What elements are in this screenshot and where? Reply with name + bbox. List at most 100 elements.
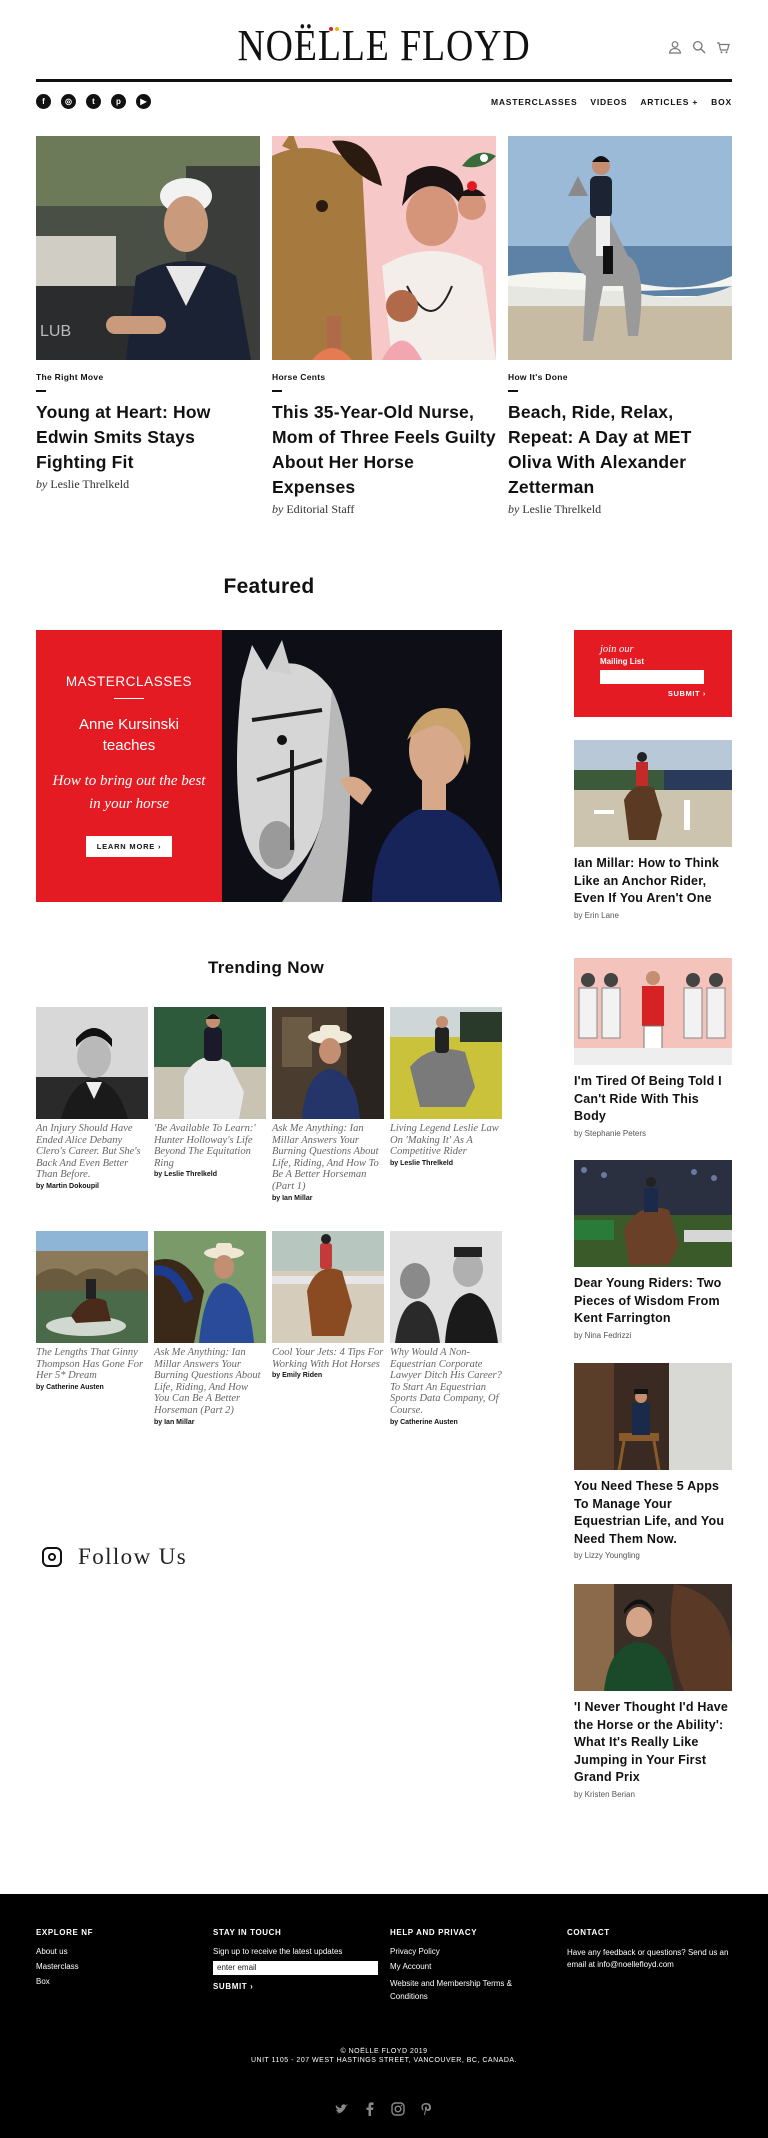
- trending-title[interactable]: Cool Your Jets: 4 Tips For Working With …: [272, 1347, 384, 1370]
- trending-image[interactable]: [36, 1231, 148, 1343]
- nav-item-articles[interactable]: ARTICLES +: [640, 97, 698, 107]
- trending-image[interactable]: [154, 1231, 266, 1343]
- sidebar-article[interactable]: You Need These 5 Apps To Manage Your Equ…: [574, 1363, 732, 1560]
- sidebar-author[interactable]: by Stephanie Peters: [574, 1129, 732, 1138]
- search-icon[interactable]: [692, 40, 706, 54]
- sidebar-author[interactable]: by Kristen Berian: [574, 1790, 732, 1799]
- pinterest-icon[interactable]: [419, 2102, 433, 2116]
- cart-icon[interactable]: [716, 40, 730, 54]
- top-article-card[interactable]: LUB The Right Move Young at Heart: How E…: [36, 136, 260, 492]
- trending-author[interactable]: by Leslie Threlkeld: [390, 1160, 502, 1167]
- sidebar-author[interactable]: by Lizzy Youngling: [574, 1551, 732, 1560]
- site-logo[interactable]: NOËLLE FLOYD: [85, 20, 684, 71]
- sidebar-image[interactable]: [574, 1363, 732, 1470]
- footer-link-about[interactable]: About us: [36, 1947, 93, 1956]
- article-title[interactable]: Beach, Ride, Relax, Repeat: A Day at MET…: [508, 400, 732, 500]
- sidebar-image[interactable]: [574, 958, 732, 1065]
- footer-link-privacy[interactable]: Privacy Policy: [390, 1947, 540, 1956]
- follow-us[interactable]: Follow Us: [42, 1544, 187, 1570]
- trending-title[interactable]: Why Would A Non-Equestrian Corporate Law…: [390, 1347, 502, 1417]
- sidebar-article[interactable]: Ian Millar: How to Think Like an Anchor …: [574, 740, 732, 920]
- article-title[interactable]: Young at Heart: How Edwin Smits Stays Fi…: [36, 400, 260, 475]
- footer-link-box[interactable]: Box: [36, 1977, 93, 1986]
- sidebar-image[interactable]: [574, 740, 732, 847]
- trending-author[interactable]: by Catherine Austen: [390, 1419, 502, 1426]
- facebook-icon[interactable]: [363, 2102, 377, 2116]
- youtube-icon[interactable]: ▶: [136, 94, 151, 109]
- footer-email-input[interactable]: enter email: [213, 1961, 378, 1975]
- article-category[interactable]: How It's Done: [508, 372, 732, 382]
- author-name[interactable]: Leslie Threlkeld: [50, 477, 129, 491]
- top-article-card[interactable]: How It's Done Beach, Ride, Relax, Repeat…: [508, 136, 732, 517]
- article-image[interactable]: LUB: [36, 136, 260, 360]
- trending-author[interactable]: by Catherine Austen: [36, 1384, 148, 1391]
- trending-author[interactable]: by Leslie Threlkeld: [154, 1171, 266, 1178]
- sidebar-article[interactable]: I'm Tired Of Being Told I Can't Ride Wit…: [574, 958, 732, 1138]
- footer-link-masterclass[interactable]: Masterclass: [36, 1962, 93, 1971]
- nav-item-box[interactable]: BOX: [711, 97, 732, 107]
- sidebar-image[interactable]: [574, 1160, 732, 1267]
- trending-item[interactable]: An Injury Should Have Ended Alice Debany…: [36, 1007, 148, 1190]
- trending-image[interactable]: [36, 1007, 148, 1119]
- learn-more-button[interactable]: LEARN MORE ›: [85, 836, 173, 857]
- sidebar-title[interactable]: You Need These 5 Apps To Manage Your Equ…: [574, 1478, 732, 1548]
- author-name[interactable]: Editorial Staff: [286, 502, 354, 516]
- facebook-icon[interactable]: f: [36, 94, 51, 109]
- trending-title[interactable]: Ask Me Anything: Ian Millar Answers Your…: [272, 1123, 384, 1193]
- trending-image[interactable]: [390, 1231, 502, 1343]
- trending-author[interactable]: by Ian Millar: [272, 1195, 384, 1202]
- instagram-icon[interactable]: [391, 2102, 405, 2116]
- account-icon[interactable]: [668, 40, 682, 54]
- sidebar-article[interactable]: Dear Young Riders: Two Pieces of Wisdom …: [574, 1160, 732, 1340]
- footer-submit-button[interactable]: SUBMIT ›: [213, 1982, 378, 1991]
- follow-us-label[interactable]: Follow Us: [78, 1544, 187, 1570]
- pinterest-icon[interactable]: p: [111, 94, 126, 109]
- sidebar-title[interactable]: 'I Never Thought I'd Have the Horse or t…: [574, 1699, 732, 1787]
- instagram-icon[interactable]: ◎: [61, 94, 76, 109]
- nav-item-videos[interactable]: VIDEOS: [590, 97, 627, 107]
- footer-link-terms[interactable]: Website and Membership Terms & Condition…: [390, 1977, 540, 2003]
- trending-author[interactable]: by Ian Millar: [154, 1419, 266, 1426]
- footer-link-account[interactable]: My Account: [390, 1962, 540, 1971]
- trending-title[interactable]: Living Legend Leslie Law On 'Making It' …: [390, 1123, 502, 1158]
- trending-title[interactable]: An Injury Should Have Ended Alice Debany…: [36, 1123, 148, 1181]
- nav-item-masterclasses[interactable]: MASTERCLASSES: [491, 97, 577, 107]
- trending-item[interactable]: The Lengths That Ginny Thompson Has Gone…: [36, 1231, 148, 1391]
- trending-item[interactable]: Living Legend Leslie Law On 'Making It' …: [390, 1007, 502, 1167]
- mailing-list-box: join our Mailing List SUBMIT ›: [574, 630, 732, 717]
- sidebar-author[interactable]: by Nina Fedrizzi: [574, 1331, 732, 1340]
- mailing-submit-button[interactable]: SUBMIT ›: [600, 689, 706, 698]
- trending-image[interactable]: [390, 1007, 502, 1119]
- top-article-card[interactable]: Horse Cents This 35-Year-Old Nurse, Mom …: [272, 136, 496, 517]
- article-category[interactable]: Horse Cents: [272, 372, 496, 382]
- trending-image[interactable]: [154, 1007, 266, 1119]
- article-title[interactable]: This 35-Year-Old Nurse, Mom of Three Fee…: [272, 400, 496, 500]
- article-category[interactable]: The Right Move: [36, 372, 260, 382]
- trending-item[interactable]: 'Be Available To Learn:' Hunter Holloway…: [154, 1007, 266, 1178]
- mailing-email-input[interactable]: [600, 670, 704, 684]
- author-name[interactable]: Leslie Threlkeld: [522, 502, 601, 516]
- twitter-icon[interactable]: [335, 2102, 349, 2116]
- sidebar-article[interactable]: 'I Never Thought I'd Have the Horse or t…: [574, 1584, 732, 1799]
- trending-image[interactable]: [272, 1231, 384, 1343]
- instagram-icon[interactable]: [42, 1547, 62, 1567]
- trending-title[interactable]: 'Be Available To Learn:' Hunter Holloway…: [154, 1123, 266, 1169]
- sidebar-author[interactable]: by Erin Lane: [574, 911, 732, 920]
- sidebar-title[interactable]: Dear Young Riders: Two Pieces of Wisdom …: [574, 1275, 732, 1328]
- sidebar-title[interactable]: Ian Millar: How to Think Like an Anchor …: [574, 855, 732, 908]
- trending-title[interactable]: Ask Me Anything: Ian Millar Answers Your…: [154, 1347, 266, 1417]
- masterclass-banner[interactable]: MASTERCLASSES Anne Kursinski teaches How…: [36, 630, 502, 902]
- trending-item[interactable]: Why Would A Non-Equestrian Corporate Law…: [390, 1231, 502, 1426]
- sidebar-image[interactable]: [574, 1584, 732, 1691]
- trending-item[interactable]: Cool Your Jets: 4 Tips For Working With …: [272, 1231, 384, 1379]
- trending-author[interactable]: by Martin Dokoupil: [36, 1183, 148, 1190]
- article-image[interactable]: [272, 136, 496, 360]
- article-image[interactable]: [508, 136, 732, 360]
- trending-author[interactable]: by Emily Riden: [272, 1372, 384, 1379]
- trending-image[interactable]: [272, 1007, 384, 1119]
- twitter-icon[interactable]: t: [86, 94, 101, 109]
- trending-title[interactable]: The Lengths That Ginny Thompson Has Gone…: [36, 1347, 148, 1382]
- trending-item[interactable]: Ask Me Anything: Ian Millar Answers Your…: [154, 1231, 266, 1426]
- trending-item[interactable]: Ask Me Anything: Ian Millar Answers Your…: [272, 1007, 384, 1202]
- sidebar-title[interactable]: I'm Tired Of Being Told I Can't Ride Wit…: [574, 1073, 732, 1126]
